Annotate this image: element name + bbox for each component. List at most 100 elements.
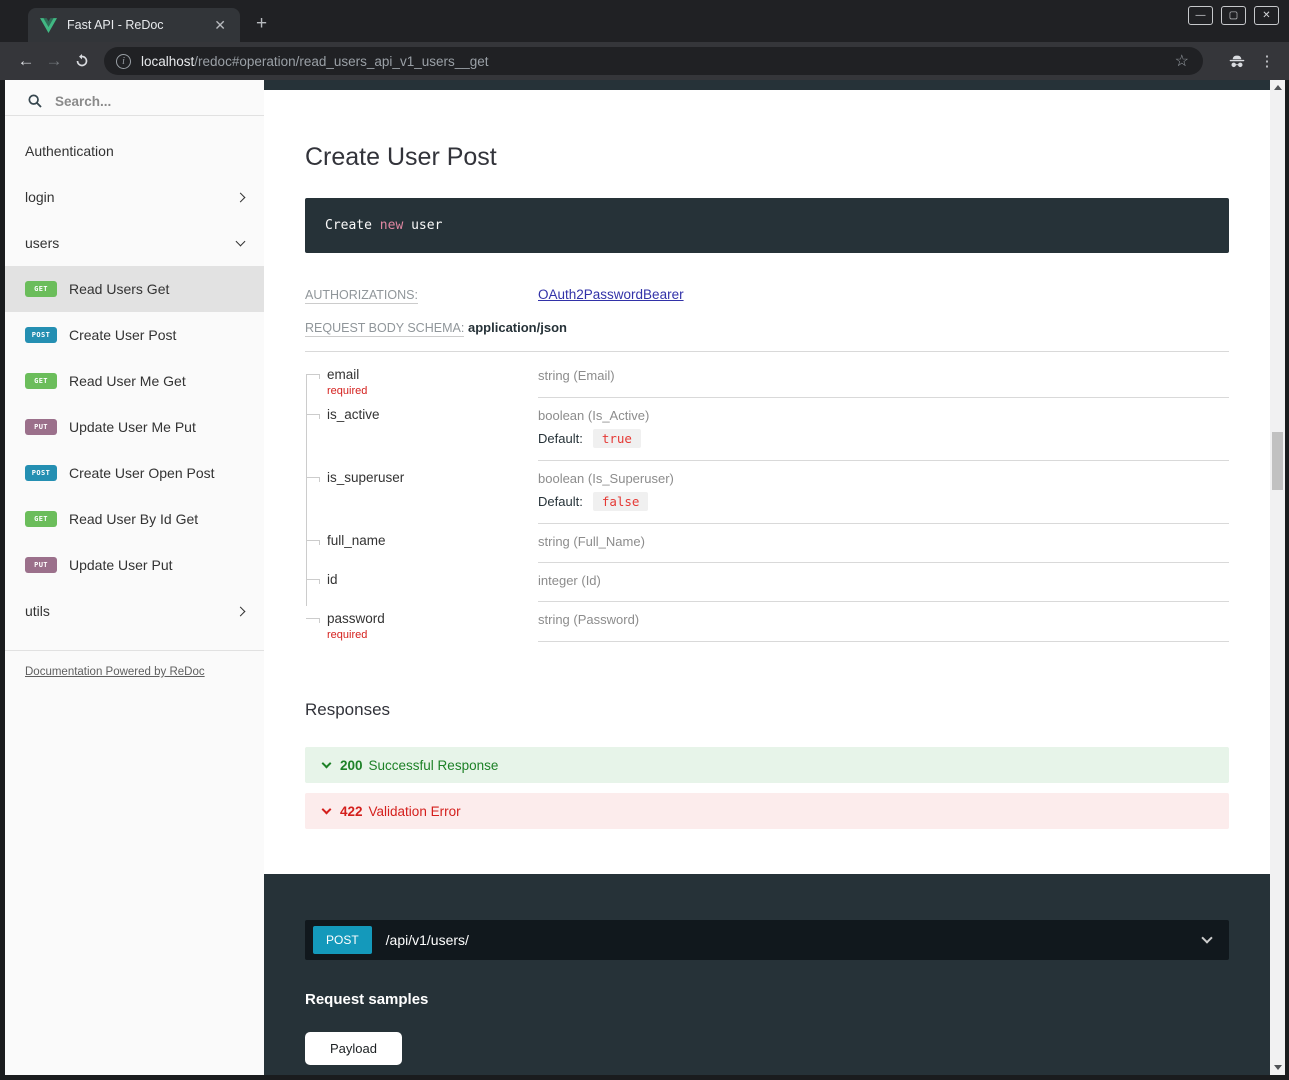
description-text: Create — [325, 218, 380, 233]
sidebar-item-update-user-put[interactable]: PUT Update User Put — [5, 542, 264, 588]
required-flag: required — [327, 629, 538, 641]
description-code: new — [380, 218, 403, 233]
field-row-email: email required string (Email) — [306, 358, 1229, 398]
reload-button[interactable] — [68, 53, 96, 69]
previous-section-panel-edge — [264, 80, 1270, 90]
response-code: 422 — [340, 804, 363, 819]
response-422-bar[interactable]: 422 Validation Error — [305, 793, 1229, 829]
field-row-is-active: is_active boolean (Is_Active) Default: tr… — [306, 398, 1229, 461]
tab-close-icon[interactable]: ✕ — [210, 17, 230, 34]
field-name: is_active — [327, 407, 538, 422]
tab-title: Fast API - ReDoc — [67, 18, 210, 32]
tree-tick — [306, 414, 320, 415]
chevron-right-icon — [236, 192, 246, 202]
field-name: full_name — [327, 533, 538, 548]
forward-button[interactable]: → — [40, 51, 68, 71]
required-flag: required — [327, 385, 538, 397]
request-samples-panel: POST /api/v1/users/ Request samples Payl… — [264, 874, 1270, 1075]
url-path: /redoc#operation/read_users_api_v1_users… — [194, 54, 488, 69]
default-label: Default: — [538, 494, 583, 509]
vertical-scrollbar[interactable] — [1270, 80, 1285, 1075]
redoc-footer-link[interactable]: Documentation Powered by ReDoc — [25, 666, 205, 678]
responses-heading: Responses — [305, 700, 1229, 720]
sidebar-item-update-user-me-put[interactable]: PUT Update User Me Put — [5, 404, 264, 450]
field-type: integer (Id) — [538, 572, 1229, 588]
site-info-icon[interactable]: i — [116, 54, 131, 69]
vue-favicon-icon — [40, 18, 57, 33]
sidebar-item-create-user-post[interactable]: POST Create User Post — [5, 312, 264, 358]
method-badge-post: POST — [25, 327, 57, 343]
chevron-down-icon — [322, 805, 332, 815]
field-type: string (Email) — [538, 367, 1229, 383]
default-value: true — [593, 429, 641, 448]
field-row-full-name: full_name string (Full_Name) — [306, 524, 1229, 563]
search-input[interactable] — [55, 94, 225, 109]
sidebar-item-create-user-open-post[interactable]: POST Create User Open Post — [5, 450, 264, 496]
browser-toolbar: ← → i localhost/redoc#operation/read_use… — [0, 42, 1289, 80]
sidebar-item-utils[interactable]: utils — [5, 588, 264, 634]
field-row-id: id integer (Id) — [306, 563, 1229, 602]
maximize-button[interactable]: ▢ — [1221, 6, 1246, 25]
operation-title: Create User Post — [305, 143, 1229, 172]
back-button[interactable]: ← — [12, 51, 40, 71]
close-button[interactable]: ✕ — [1254, 6, 1279, 25]
browser-window: Fast API - ReDoc ✕ + — ▢ ✕ ← → i localho… — [0, 0, 1289, 1080]
chevron-down-icon — [236, 237, 246, 247]
method-badge-put: PUT — [25, 419, 57, 435]
request-samples-heading: Request samples — [305, 991, 1229, 1008]
field-name: email — [327, 367, 538, 382]
sidebar-item-login[interactable]: login — [5, 174, 264, 220]
oauth2-link[interactable]: OAuth2PasswordBearer — [538, 287, 684, 302]
tree-tick — [306, 618, 320, 619]
method-badge-get: GET — [25, 373, 57, 389]
response-code: 200 — [340, 758, 363, 773]
bookmark-star-icon[interactable]: ☆ — [1173, 51, 1191, 71]
response-200-bar[interactable]: 200 Successful Response — [305, 747, 1229, 783]
url-host: localhost — [141, 54, 194, 69]
sidebar-item-authentication[interactable]: Authentication — [5, 128, 264, 174]
sidebar-item-users[interactable]: users — [5, 220, 264, 266]
sidebar-menu: Authentication login users GET Read User… — [5, 128, 264, 634]
field-type: string (Password) — [538, 611, 1229, 627]
method-badge-put: PUT — [25, 557, 57, 573]
authorizations-row: AUTHORIZATIONS: OAuth2PasswordBearer — [305, 286, 1229, 304]
redoc-sidebar: Authentication login users GET Read User… — [5, 80, 264, 1075]
new-tab-button[interactable]: + — [256, 13, 267, 35]
scrollbar-thumb[interactable] — [1272, 432, 1283, 490]
description-text: user — [403, 218, 442, 233]
browser-titlebar: Fast API - ReDoc ✕ + — ▢ ✕ — [0, 0, 1289, 42]
sidebar-item-read-user-me-get[interactable]: GET Read User Me Get — [5, 358, 264, 404]
browser-menu-icon[interactable]: ⋮ — [1257, 52, 1277, 70]
field-type: boolean (Is_Superuser) — [538, 470, 1229, 486]
request-body-schema-row: REQUEST BODY SCHEMA: application/json — [305, 319, 1229, 352]
method-badge-get: GET — [25, 281, 57, 297]
window-controls: — ▢ ✕ — [1188, 6, 1279, 25]
default-label: Default: — [538, 431, 583, 446]
endpoint-selector[interactable]: POST /api/v1/users/ — [305, 920, 1229, 960]
authorizations-label: AUTHORIZATIONS: — [305, 288, 418, 304]
operation-doc: Create User Post Create new user AUTHORI… — [264, 90, 1270, 829]
endpoint-method-badge: POST — [313, 926, 372, 954]
request-body-content-type: application/json — [468, 320, 567, 335]
minimize-button[interactable]: — — [1188, 6, 1213, 25]
tree-tick — [306, 374, 320, 375]
incognito-icon — [1227, 51, 1247, 71]
url-bar[interactable]: i localhost/redoc#operation/read_users_a… — [104, 47, 1203, 75]
request-body-schema-label: REQUEST BODY SCHEMA: — [305, 321, 464, 337]
scroll-up-arrow[interactable] — [1270, 80, 1285, 95]
chevron-down-icon — [1201, 932, 1212, 943]
field-row-is-superuser: is_superuser boolean (Is_Superuser) Defa… — [306, 461, 1229, 524]
chevron-right-icon — [236, 606, 246, 616]
sidebar-item-read-user-by-id-get[interactable]: GET Read User By Id Get — [5, 496, 264, 542]
scroll-down-arrow[interactable] — [1270, 1060, 1285, 1075]
sidebar-item-read-users-get[interactable]: GET Read Users Get — [5, 266, 264, 312]
tree-tick — [306, 579, 320, 580]
endpoint-path: /api/v1/users/ — [386, 932, 1203, 948]
operation-description-block: Create new user — [305, 198, 1229, 253]
search-box[interactable] — [5, 80, 264, 116]
browser-tab[interactable]: Fast API - ReDoc ✕ — [28, 8, 240, 42]
tree-tick — [306, 477, 320, 478]
page-frame: Authentication login users GET Read User… — [0, 80, 1289, 1080]
field-type: boolean (Is_Active) — [538, 407, 1229, 423]
payload-tab[interactable]: Payload — [305, 1032, 402, 1065]
